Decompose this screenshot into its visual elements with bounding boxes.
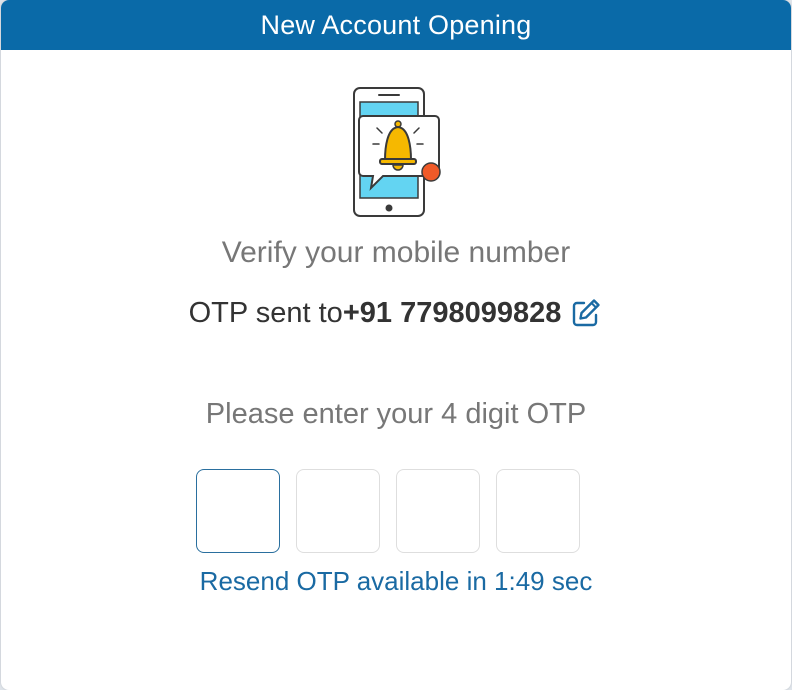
account-opening-card: New Account Opening Verify your mobile n… xyxy=(1,0,791,690)
otp-digit-3[interactable] xyxy=(396,469,480,553)
resend-otp-timer: Resend OTP available in 1:49 sec xyxy=(199,566,593,596)
phone-notification-bell-icon xyxy=(349,86,445,222)
otp-sent-prefix: OTP sent to xyxy=(188,296,343,329)
edit-phone-button[interactable] xyxy=(569,296,603,330)
page-title: New Account Opening xyxy=(260,9,532,40)
otp-digit-1[interactable] xyxy=(196,469,280,553)
card-header: New Account Opening xyxy=(1,0,791,50)
otp-digit-4[interactable] xyxy=(496,469,580,553)
phone-number: +91 7798099828 xyxy=(342,296,562,329)
verify-title: Verify your mobile number xyxy=(221,236,571,269)
otp-sent-line: OTP sent to +91 7798099828 xyxy=(1,296,791,330)
otp-prompt: Please enter your 4 digit OTP xyxy=(205,398,587,430)
edit-pencil-icon xyxy=(573,299,601,327)
otp-input-group xyxy=(196,469,580,553)
otp-digit-2[interactable] xyxy=(296,469,380,553)
